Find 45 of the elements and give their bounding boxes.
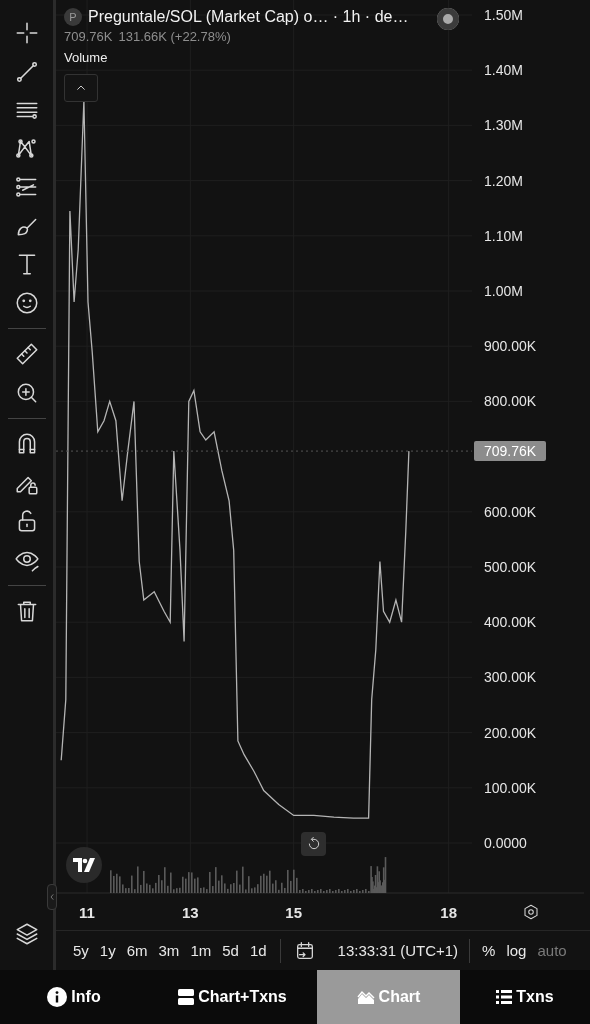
logo-icon[interactable] — [66, 847, 102, 883]
range-button[interactable]: 1y — [94, 942, 121, 959]
axis-label: 900.00K — [484, 338, 537, 355]
range-button[interactable]: 1m — [185, 942, 217, 959]
range-button[interactable]: 1d — [244, 942, 272, 959]
range-button[interactable]: 6m — [121, 942, 153, 959]
axis-label: 1.30M — [484, 117, 523, 134]
price-change: 131.66K (+22.78%) — [118, 29, 231, 44]
axis-label: 100.00K — [484, 779, 537, 796]
axis-label: 18 — [440, 904, 457, 921]
range-button[interactable]: 5d — [217, 942, 244, 959]
collapse-handle[interactable] — [47, 884, 57, 910]
status-dot-button[interactable] — [437, 8, 459, 30]
chevron-left-icon — [48, 891, 56, 903]
range-button[interactable]: 5y — [68, 942, 94, 959]
axis-label: 300.00K — [484, 669, 537, 686]
study-label: Volume — [64, 50, 109, 65]
info-icon — [47, 987, 68, 1007]
axis-label: 1.40M — [484, 62, 523, 79]
range-button[interactable]: 3m — [153, 942, 185, 959]
clock-time[interactable]: 13:33:31 (UTC+1) — [337, 942, 459, 959]
axis-label: 0.0000 — [484, 835, 527, 851]
axis-label: 400.00K — [484, 614, 537, 631]
axis-label: 200.00K — [484, 724, 537, 741]
axis-label: 1.50M — [484, 7, 523, 23]
axis-label: 600.00K — [484, 503, 537, 520]
axis-label: 1.10M — [484, 227, 523, 244]
scale-toggle[interactable]: log — [501, 942, 532, 959]
area-chart-icon — [356, 989, 375, 1005]
split-view-icon — [178, 989, 195, 1005]
scale-toggle[interactable]: % — [477, 942, 501, 959]
price-tag: 709.76K — [474, 441, 546, 462]
axis-label: 15 — [285, 904, 302, 921]
axis-label: 500.00K — [484, 559, 537, 575]
last-value: 709.76K — [64, 29, 113, 44]
axis-label: 13 — [182, 904, 199, 921]
chart-title[interactable]: Preguntale/SOL (Market Cap) o… · 1h · de… — [88, 8, 409, 26]
axis-label: 1.20M — [484, 172, 523, 189]
axis-label: 11 — [79, 904, 95, 921]
reset-button[interactable] — [301, 832, 326, 856]
settings-icon[interactable] — [522, 903, 540, 921]
symbol-logo: P — [64, 8, 82, 26]
axis-label: 800.00K — [484, 393, 537, 410]
list-icon — [496, 990, 513, 1004]
axis-label: 1.00M — [484, 283, 523, 299]
